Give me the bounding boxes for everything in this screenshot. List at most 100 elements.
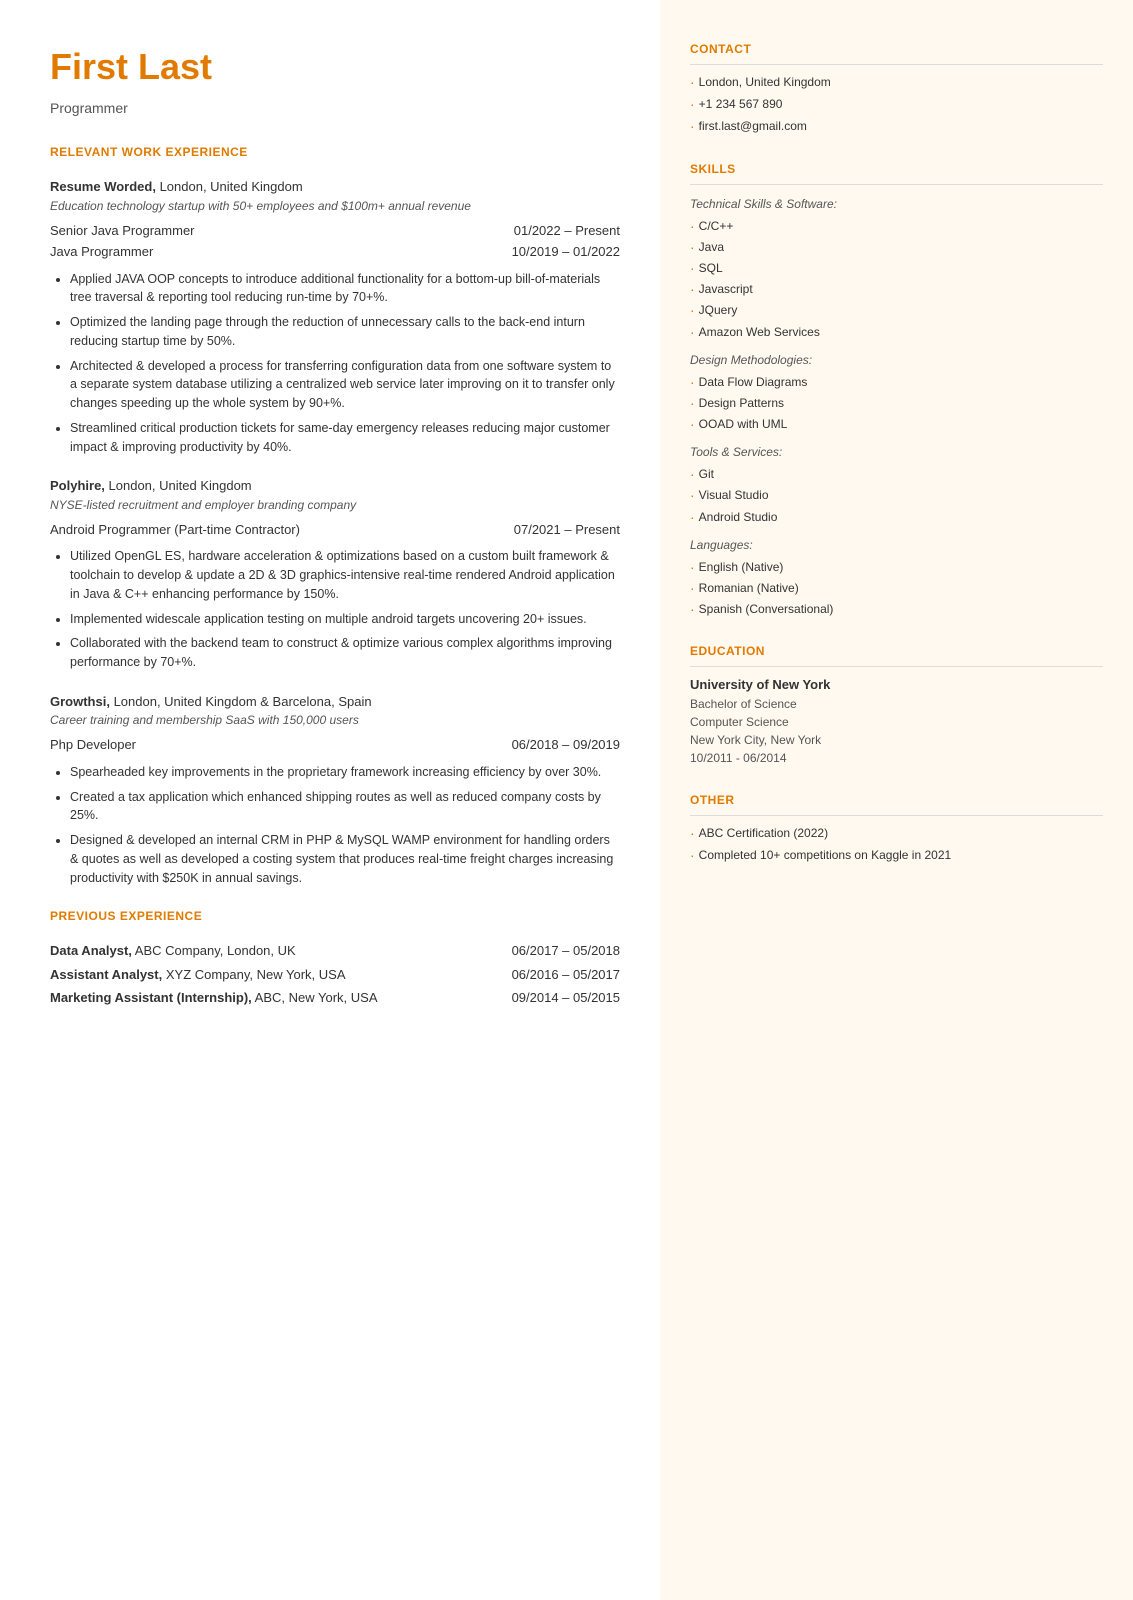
skill-text: JQuery — [699, 301, 738, 319]
edu-detail: Bachelor of Science — [690, 695, 1103, 713]
company-location: London, United Kingdom — [156, 179, 303, 194]
skill-text: Git — [699, 465, 714, 483]
job-row-0: Senior Java Programmer01/2022 – Present — [50, 221, 620, 241]
edu-detail: New York City, New York — [690, 731, 1103, 749]
left-column: First Last Programmer RELEVANT WORK EXPE… — [0, 0, 660, 1600]
skill-text: Java — [699, 238, 724, 256]
bullet-item: Created a tax application which enhanced… — [70, 788, 620, 826]
bullet-item: Streamlined critical production tickets … — [70, 419, 620, 457]
prev-exp-bold: Marketing Assistant (Internship), — [50, 990, 252, 1005]
prev-exp-label: Assistant Analyst, XYZ Company, New York… — [50, 965, 346, 985]
contact-text: first.last@gmail.com — [699, 117, 807, 135]
education-section: EDUCATION University of New YorkBachelor… — [690, 642, 1103, 767]
bullet-item: Spearheaded key improvements in the prop… — [70, 763, 620, 782]
skill-item: ·Design Patterns — [690, 394, 1103, 412]
companies-container: Resume Worded, London, United KingdomEdu… — [50, 177, 620, 887]
bullet-dot-icon: · — [690, 217, 695, 235]
job-date: 10/2019 – 01/2022 — [512, 242, 620, 262]
edu-detail: Computer Science — [690, 713, 1103, 731]
previous-work-section-title: PREVIOUS EXPERIENCE — [50, 907, 620, 929]
skill-text: Visual Studio — [699, 486, 769, 504]
company-name-line: Polyhire, London, United Kingdom — [50, 476, 620, 496]
bullet-dot-icon: · — [690, 415, 695, 433]
job-title: Php Developer — [50, 735, 136, 755]
prev-exp-bold: Assistant Analyst, — [50, 967, 162, 982]
prev-exp-rest: ABC, New York, USA — [252, 990, 378, 1005]
skills-category-label: Design Methodologies: — [690, 351, 1103, 369]
bullet-item: Utilized OpenGL ES, hardware acceleratio… — [70, 547, 620, 603]
job-date: 01/2022 – Present — [514, 221, 620, 241]
company-block-1: Polyhire, London, United KingdomNYSE-lis… — [50, 476, 620, 672]
bullet-item: Implemented widescale application testin… — [70, 610, 620, 629]
prev-exp-date: 06/2017 – 05/2018 — [512, 941, 620, 961]
other-text: ABC Certification (2022) — [699, 824, 828, 842]
bullet-dot-icon: · — [690, 824, 695, 842]
bullet-item: Optimized the landing page through the r… — [70, 313, 620, 351]
job-title: Java Programmer — [50, 242, 153, 262]
job-date: 07/2021 – Present — [514, 520, 620, 540]
contact-items-container: ·London, United Kingdom ·+1 234 567 890 · f… — [690, 73, 1103, 136]
resume-page: First Last Programmer RELEVANT WORK EXPE… — [0, 0, 1133, 1600]
bullet-dot-icon: · — [690, 558, 695, 576]
skill-item: ·Visual Studio — [690, 486, 1103, 504]
other-section: OTHER ·ABC Certification (2022)·Complete… — [690, 791, 1103, 864]
prev-exp-rest: ABC Company, London, UK — [132, 943, 296, 958]
relevant-work-section-title: RELEVANT WORK EXPERIENCE — [50, 143, 620, 165]
skill-text: Android Studio — [699, 508, 778, 526]
other-text: Completed 10+ competitions on Kaggle in … — [699, 846, 952, 864]
skill-text: Data Flow Diagrams — [699, 373, 808, 391]
bullet-dot-icon: · — [690, 259, 695, 277]
skills-section: SKILLS Technical Skills & Software:·C/C+… — [690, 160, 1103, 619]
skill-item: ·JQuery — [690, 301, 1103, 319]
other-section-title: OTHER — [690, 791, 1103, 816]
prev-roles-container: Data Analyst, ABC Company, London, UK06/… — [50, 941, 620, 1008]
company-location: London, United Kingdom — [105, 478, 252, 493]
job-row-1: Java Programmer 10/2019 – 01/2022 — [50, 242, 620, 262]
prev-exp-row-0: Data Analyst, ABC Company, London, UK06/… — [50, 941, 620, 961]
edu-detail: 10/2011 - 06/2014 — [690, 749, 1103, 767]
bullet-item: Designed & developed an internal CRM in … — [70, 831, 620, 887]
bullet-dot-icon: · — [690, 373, 695, 391]
other-item: ·ABC Certification (2022) — [690, 824, 1103, 842]
skill-item: ·Amazon Web Services — [690, 323, 1103, 341]
skill-item: ·English (Native) — [690, 558, 1103, 576]
bullet-dot-icon: · — [690, 280, 695, 298]
contact-section-title: CONTACT — [690, 40, 1103, 65]
prev-exp-date: 06/2016 – 05/2017 — [512, 965, 620, 985]
skill-text: English (Native) — [699, 558, 784, 576]
company-block-2: Growthsi, London, United Kingdom & Barce… — [50, 692, 620, 888]
bullet-item: Collaborated with the backend team to co… — [70, 634, 620, 672]
skill-text: Romanian (Native) — [699, 579, 799, 597]
skill-text: OOAD with UML — [699, 415, 788, 433]
prev-exp-row-1: Assistant Analyst, XYZ Company, New York… — [50, 965, 620, 985]
bullet-item: Architected & developed a process for tr… — [70, 357, 620, 413]
job-title: Android Programmer (Part-time Contractor… — [50, 520, 300, 540]
prev-exp-row-2: Marketing Assistant (Internship), ABC, N… — [50, 988, 620, 1008]
contact-item: ·London, United Kingdom — [690, 73, 1103, 91]
company-bold-name: Resume Worded, — [50, 179, 156, 194]
bullet-dot-icon: · — [690, 73, 695, 91]
skill-text: C/C++ — [699, 217, 734, 235]
skill-item: ·Git — [690, 465, 1103, 483]
job-row-0: Php Developer06/2018 – 09/2019 — [50, 735, 620, 755]
company-desc: Education technology startup with 50+ em… — [50, 197, 620, 215]
prev-exp-rest: XYZ Company, New York, USA — [162, 967, 345, 982]
bullet-dot-icon: · — [690, 579, 695, 597]
contact-section: CONTACT ·London, United Kingdom·+1 234 5… — [690, 40, 1103, 136]
skill-item: ·Data Flow Diagrams — [690, 373, 1103, 391]
skills-category-label: Technical Skills & Software: — [690, 195, 1103, 213]
bullet-dot-icon: · — [690, 846, 695, 864]
other-item: ·Completed 10+ competitions on Kaggle in… — [690, 846, 1103, 864]
bullet-dot-icon: · — [690, 508, 695, 526]
skill-item: ·Android Studio — [690, 508, 1103, 526]
contact-item: ·+1 234 567 890 — [690, 95, 1103, 113]
candidate-title: Programmer — [50, 98, 620, 119]
skills-section-title: SKILLS — [690, 160, 1103, 185]
bullet-dot-icon: · — [690, 301, 695, 319]
skill-item: ·C/C++ — [690, 217, 1103, 235]
contact-text: +1 234 567 890 — [699, 95, 783, 113]
company-name-line: Resume Worded, London, United Kingdom — [50, 177, 620, 197]
bullet-dot-icon: · — [690, 394, 695, 412]
company-location: London, United Kingdom & Barcelona, Spai… — [110, 694, 372, 709]
skill-text: Design Patterns — [699, 394, 784, 412]
